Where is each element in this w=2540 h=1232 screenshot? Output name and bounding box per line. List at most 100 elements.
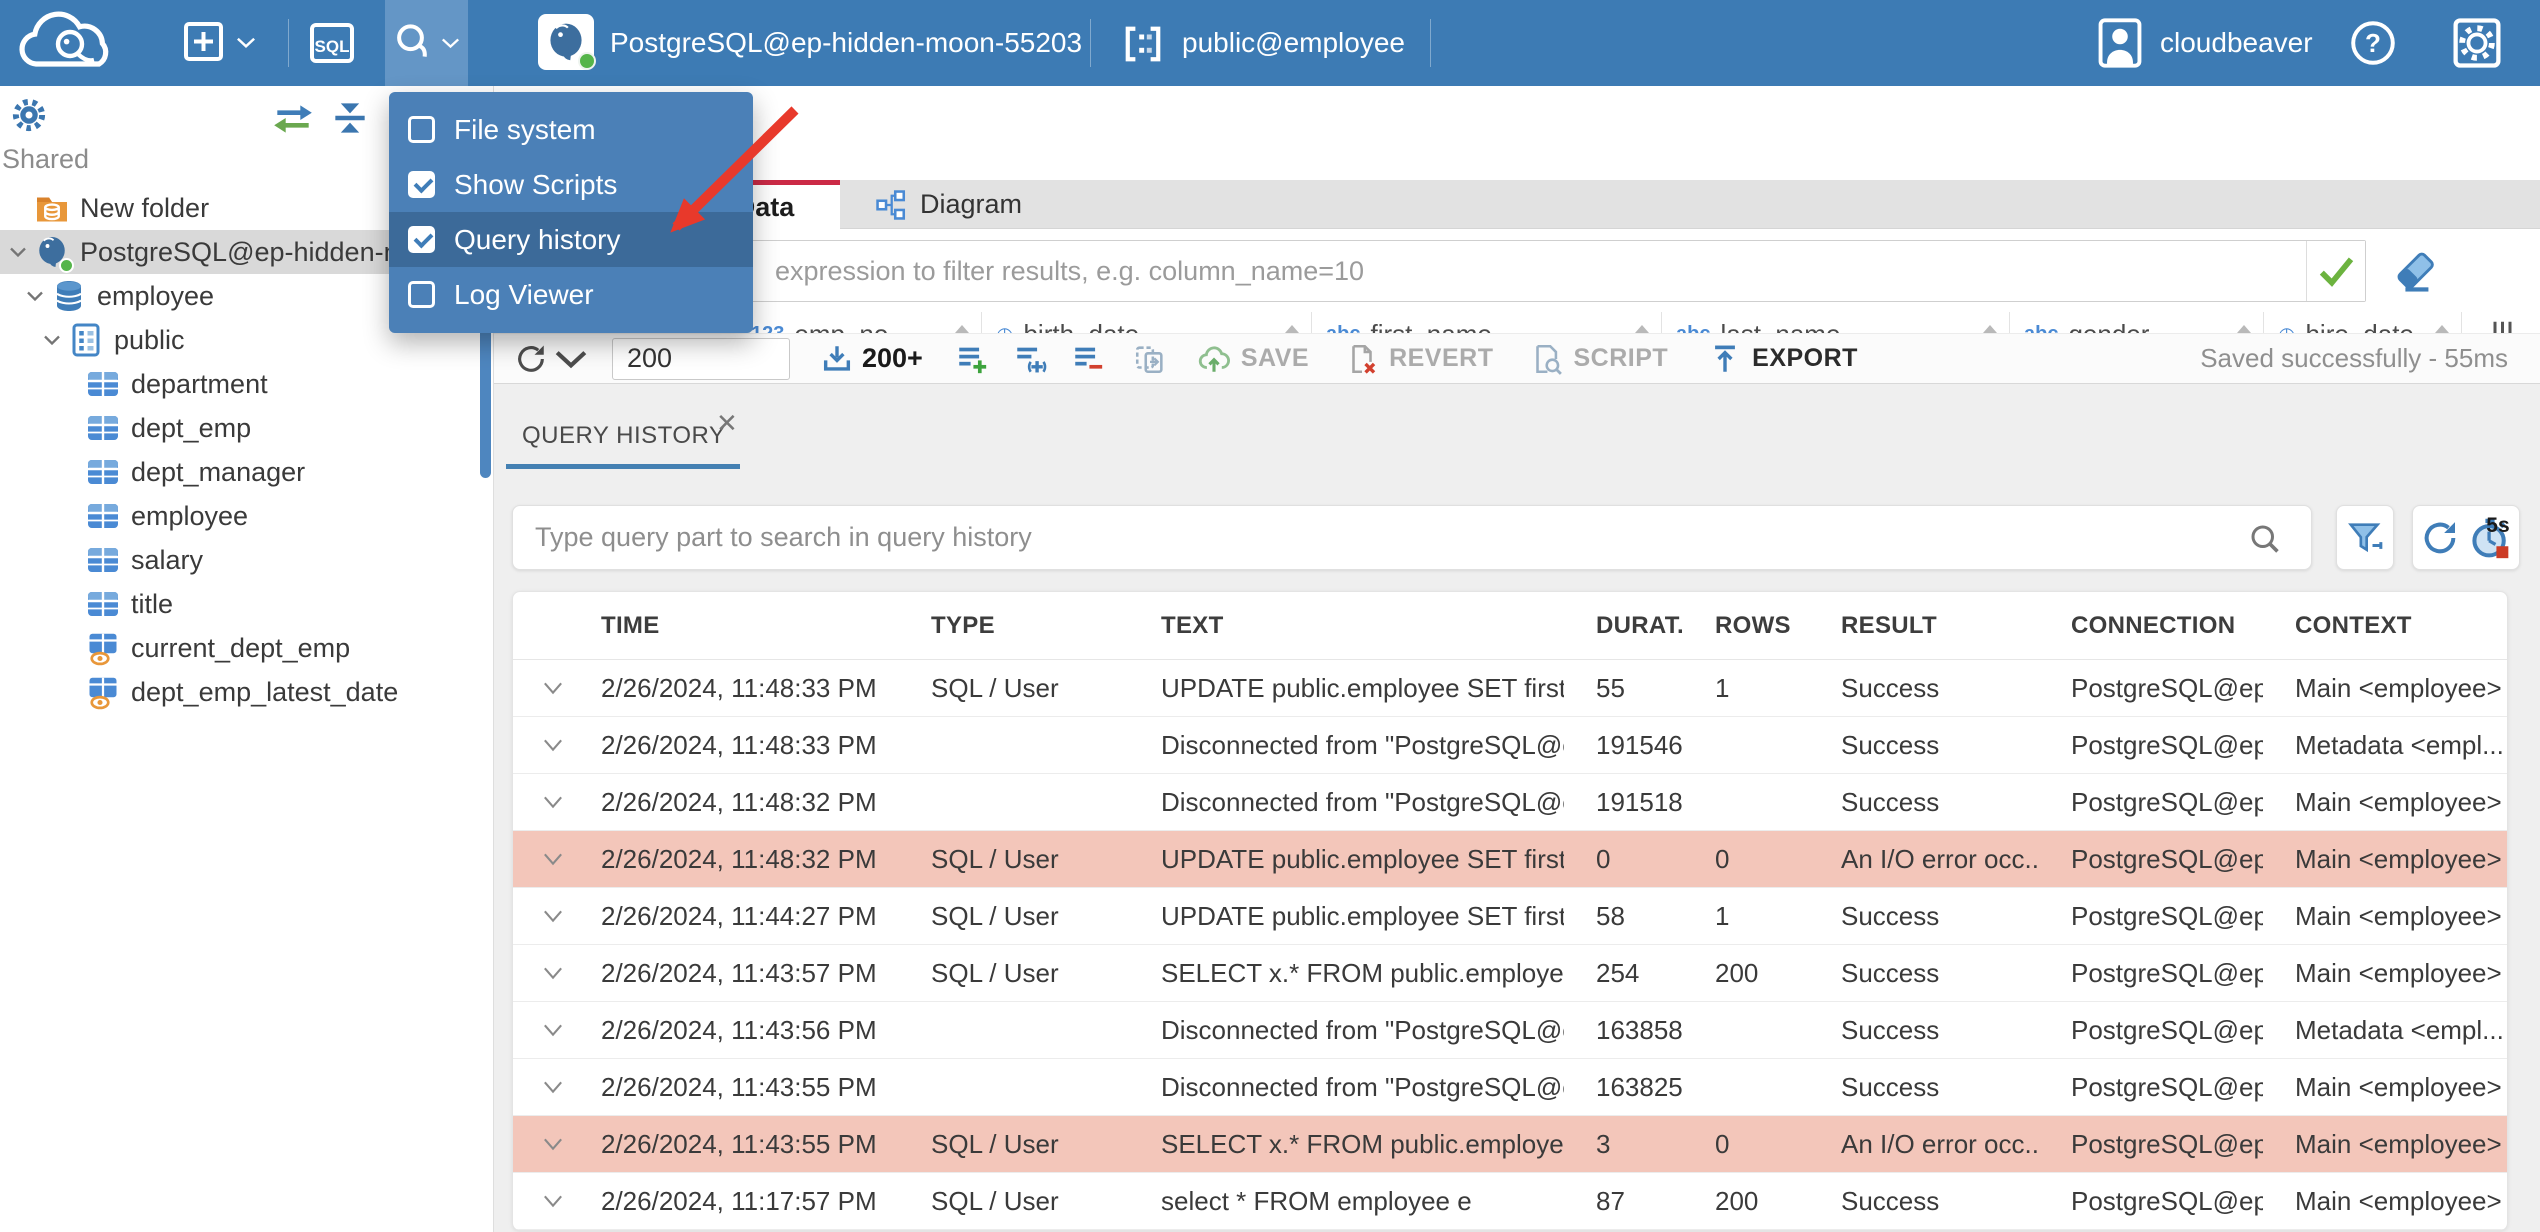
grid-column-header[interactable]: abc first_name bbox=[1312, 312, 1662, 333]
expand-row-button[interactable] bbox=[513, 1130, 569, 1158]
tree-item[interactable]: dept_emp_latest_date bbox=[0, 670, 493, 714]
tree-item[interactable]: salary bbox=[0, 538, 493, 582]
history-row[interactable]: 2/26/2024, 11:44:27 PM SQL / User UPDATE… bbox=[513, 888, 2507, 945]
grid-column-header[interactable]: 123 emp_no bbox=[737, 312, 982, 333]
expand-row-button[interactable] bbox=[513, 902, 569, 930]
expand-row-button[interactable] bbox=[513, 1073, 569, 1101]
cell-result: Success bbox=[1841, 900, 1940, 931]
history-row[interactable]: 2/26/2024, 11:43:55 PM SQL / User SELECT… bbox=[513, 1116, 2507, 1173]
add-row-button[interactable] bbox=[955, 342, 989, 376]
history-row[interactable]: 2/26/2024, 11:43:57 PM SQL / User SELECT… bbox=[513, 945, 2507, 1002]
connection-selector[interactable]: PostgreSQL@ep-hidden-moon-55203 bbox=[610, 0, 1082, 86]
sort-icon[interactable] bbox=[1635, 325, 1649, 333]
export-button[interactable]: EXPORT bbox=[1708, 342, 1858, 376]
sql-editor-button[interactable]: SQL bbox=[308, 20, 356, 66]
expand-chevron-icon[interactable] bbox=[38, 326, 66, 354]
expand-row-button[interactable] bbox=[513, 1187, 569, 1215]
grid-column-header[interactable]: ◷ birth_date bbox=[982, 312, 1312, 333]
menu-item[interactable]: Query history bbox=[389, 212, 753, 267]
apply-filter-button[interactable] bbox=[2306, 241, 2365, 301]
history-row[interactable]: 2/26/2024, 11:17:57 PM SQL / User select… bbox=[513, 1173, 2507, 1230]
expand-row-button[interactable] bbox=[513, 788, 569, 816]
expand-row-button[interactable] bbox=[513, 845, 569, 873]
history-column-header[interactable]: TEXT bbox=[1129, 612, 1564, 640]
sort-icon[interactable] bbox=[2435, 325, 2449, 333]
tree-item[interactable]: department bbox=[0, 362, 493, 406]
history-column-header[interactable]: CONNECTION bbox=[2039, 612, 2263, 640]
menu-item[interactable]: File system bbox=[389, 102, 753, 157]
expand-row-button[interactable] bbox=[513, 674, 569, 702]
expand-chevron-icon[interactable] bbox=[4, 238, 32, 266]
object-tab[interactable]: Diagram bbox=[840, 180, 1056, 229]
clear-filter-button[interactable] bbox=[2392, 249, 2438, 295]
sync-connection-button[interactable] bbox=[270, 100, 316, 138]
history-row[interactable]: 2/26/2024, 11:48:32 PM SQL / User UPDATE… bbox=[513, 831, 2507, 888]
history-row[interactable]: 2/26/2024, 11:43:56 PM Disconnected from… bbox=[513, 1002, 2507, 1059]
sort-icon[interactable] bbox=[1983, 325, 1997, 333]
sort-icon[interactable] bbox=[955, 325, 969, 333]
expand-row-button[interactable] bbox=[513, 959, 569, 987]
expand-chevron-icon[interactable] bbox=[21, 282, 49, 310]
delete-row-button[interactable] bbox=[1071, 342, 1105, 376]
tree-item[interactable]: current_dept_emp bbox=[0, 626, 493, 670]
tools-menu-button[interactable] bbox=[385, 0, 468, 86]
menu-checkbox[interactable] bbox=[408, 281, 435, 308]
history-row[interactable]: 2/26/2024, 11:48:33 PM Disconnected from… bbox=[513, 717, 2507, 774]
save-button[interactable]: SAVE bbox=[1197, 342, 1309, 376]
cloudbeaver-app: SQL PostgreSQL@ep-hidden-moon-55203 publ… bbox=[0, 0, 2540, 1232]
expand-row-button[interactable] bbox=[513, 731, 569, 759]
tree-item[interactable]: dept_emp bbox=[0, 406, 493, 450]
user-menu[interactable]: cloudbeaver bbox=[2160, 0, 2313, 86]
grid-column-header[interactable]: abc last_name bbox=[1662, 312, 2010, 333]
collapse-all-button[interactable] bbox=[328, 96, 372, 140]
refresh-button[interactable] bbox=[514, 342, 588, 376]
history-column-header[interactable]: TYPE bbox=[899, 612, 1129, 640]
menu-checkbox[interactable] bbox=[408, 116, 435, 143]
history-column-header[interactable]: ROWS bbox=[1683, 612, 1809, 640]
user-avatar[interactable] bbox=[2094, 16, 2146, 70]
history-filter-button[interactable] bbox=[2336, 505, 2394, 570]
fetch-more-icon bbox=[820, 342, 854, 376]
history-row[interactable]: 2/26/2024, 11:48:33 PM SQL / User UPDATE… bbox=[513, 660, 2507, 717]
close-panel-button[interactable]: ✕ bbox=[716, 408, 738, 439]
columns-config-button[interactable] bbox=[2490, 318, 2520, 333]
query-history-tab[interactable]: QUERY HISTORY bbox=[522, 422, 725, 450]
sort-icon[interactable] bbox=[1285, 325, 1299, 333]
schema-selector[interactable]: public@employee bbox=[1182, 0, 1405, 86]
history-column-header[interactable]: DURAT... bbox=[1564, 612, 1683, 640]
revert-button[interactable]: REVERT bbox=[1345, 342, 1493, 376]
history-column-header[interactable]: RESULT bbox=[1809, 612, 2039, 640]
tree-item[interactable]: title bbox=[0, 582, 493, 626]
cell-time: 2/26/2024, 11:44:27 PM bbox=[601, 900, 877, 931]
settings-button[interactable] bbox=[2450, 16, 2504, 70]
history-search-input[interactable] bbox=[513, 506, 2311, 569]
menu-checkbox[interactable] bbox=[408, 171, 435, 198]
expand-row-button[interactable] bbox=[513, 1016, 569, 1044]
refresh-icon[interactable] bbox=[2420, 518, 2460, 558]
filter-expression-input[interactable] bbox=[506, 240, 2366, 302]
history-row[interactable]: 2/26/2024, 11:48:32 PM Disconnected from… bbox=[513, 774, 2507, 831]
fetch-more-button[interactable]: 200+ bbox=[820, 342, 923, 376]
history-column-header[interactable]: TIME bbox=[569, 612, 899, 640]
tree-item[interactable]: dept_manager bbox=[0, 450, 493, 494]
script-button[interactable]: SCRIPT bbox=[1529, 342, 1668, 376]
duplicate-row-button[interactable] bbox=[1013, 342, 1047, 376]
menu-checkbox[interactable] bbox=[408, 226, 435, 253]
help-button[interactable]: ? bbox=[2348, 18, 2398, 68]
grid-column-header[interactable]: abc gender bbox=[2010, 312, 2264, 333]
grid-column-header[interactable]: ◷ hire_date bbox=[2264, 312, 2462, 333]
export-label: EXPORT bbox=[1752, 344, 1858, 372]
history-column-header[interactable]: CONTEXT bbox=[2263, 612, 2507, 640]
tree-item[interactable]: employee bbox=[0, 494, 493, 538]
history-row[interactable]: 2/26/2024, 11:43:55 PM Disconnected from… bbox=[513, 1059, 2507, 1116]
auto-refresh-timer-button[interactable]: 5s bbox=[2468, 514, 2512, 560]
menu-item[interactable]: Show Scripts bbox=[389, 157, 753, 212]
save-icon bbox=[1197, 342, 1231, 376]
navigator-settings-button[interactable] bbox=[8, 94, 50, 136]
auto-refresh-button[interactable] bbox=[1133, 342, 1167, 376]
new-connection-button[interactable] bbox=[180, 18, 256, 66]
cloudbeaver-logo[interactable] bbox=[16, 6, 132, 78]
sort-icon[interactable] bbox=[2237, 325, 2251, 333]
fetch-size-input[interactable] bbox=[612, 337, 790, 380]
menu-item[interactable]: Log Viewer bbox=[389, 267, 753, 322]
